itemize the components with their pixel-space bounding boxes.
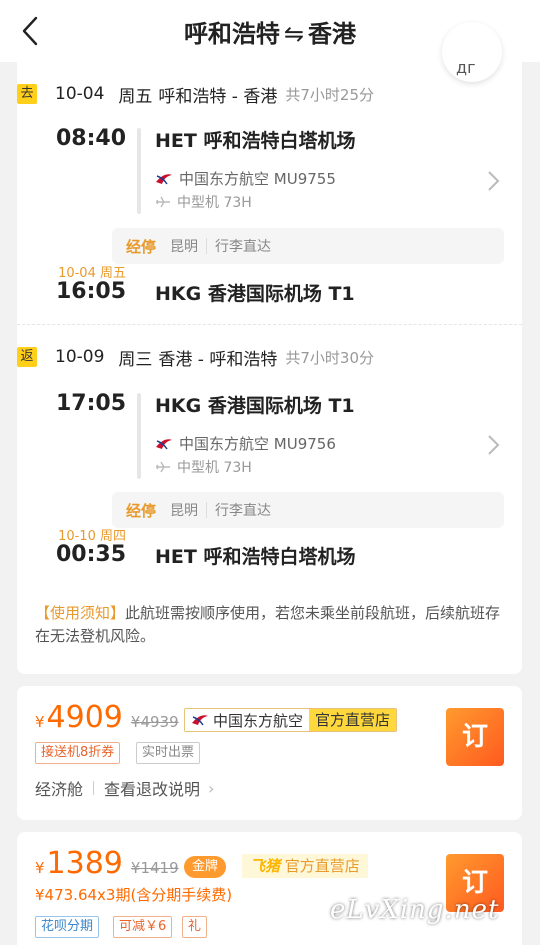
outbound-aircraft-text: 中型机 73H xyxy=(177,195,252,211)
return-arr-airport: HET 呼和浩特白塔机场 xyxy=(155,546,356,568)
return-route: 香港 - 呼和浩特 xyxy=(158,349,278,370)
stop-city: 昆明 xyxy=(170,503,199,519)
china-eastern-logo-icon xyxy=(156,173,172,184)
brand-name: 中国东方航空 xyxy=(213,711,304,730)
segment-divider xyxy=(17,324,522,325)
return-date: 10-09 xyxy=(55,347,105,367)
outbound-tag: 去 xyxy=(17,84,37,104)
outbound-dep-time: 08:40 xyxy=(55,126,126,151)
return-dep-airport: HKG 香港国际机场 T1 xyxy=(155,395,355,417)
return-dep-time: 17:05 xyxy=(55,391,126,416)
itinerary-card: дг 去 10-04 周五 呼和浩特 - 香港 共7小时25分 08:40 HE… xyxy=(17,22,522,674)
outbound-duration: 共7小时25分 xyxy=(285,85,374,104)
stop-label: 经停 xyxy=(126,501,157,520)
notice-title: 【使用须知】 xyxy=(35,604,126,622)
plane-icon xyxy=(156,461,170,473)
outbound-header: 去 10-04 周五 呼和浩特 - 香港 共7小时25分 xyxy=(17,82,374,107)
instant-ticket-badge: 实时出票 xyxy=(136,742,201,764)
fare-card[interactable]: ¥ 4909 ¥4939 中国东方航空 官方直营店 接送机8折券 实时出票 经济… xyxy=(17,686,522,820)
return-stop-bar: 经停 昆明 行李直达 xyxy=(112,492,504,528)
floating-button[interactable]: дг xyxy=(442,22,502,82)
outbound-aircraft: 中型机 73H xyxy=(155,192,252,212)
return-aircraft-text: 中型机 73H xyxy=(177,460,252,476)
stop-city: 昆明 xyxy=(170,239,199,255)
origin-city: 呼和浩特 xyxy=(183,20,280,48)
return-arr-time: 00:35 xyxy=(55,542,126,567)
currency-symbol: ¥ xyxy=(35,713,45,731)
official-store-tag: 官方直营店 xyxy=(284,857,360,875)
outbound-arr-airport: HKG 香港国际机场 T1 xyxy=(155,283,355,305)
timeline-line xyxy=(137,128,141,214)
return-flight-number: 中国东方航空 MU9756 xyxy=(179,435,336,453)
cabin-row: 经济舱 查看退改说明 › xyxy=(35,776,214,800)
fare-price-row: ¥ 4909 ¥4939 xyxy=(35,700,179,735)
return-airline: 中国东方航空 MU9756 xyxy=(155,433,336,454)
stop-note: 行李直达 xyxy=(215,503,272,519)
stop-label: 经停 xyxy=(126,237,157,256)
china-eastern-logo-icon xyxy=(192,715,208,726)
gold-badge: 金牌 xyxy=(184,856,227,878)
return-tag: 返 xyxy=(17,347,37,367)
chevron-right-icon[interactable]: › xyxy=(208,779,214,798)
plane-icon xyxy=(156,196,170,208)
cabin-class: 经济舱 xyxy=(35,780,84,799)
destination-city: 香港 xyxy=(308,20,357,48)
fliggy-logo: 飞猪 xyxy=(250,857,281,875)
outbound-flight-number: 中国东方航空 MU9755 xyxy=(179,170,336,188)
floating-button-label: дг xyxy=(456,58,476,77)
divider xyxy=(206,238,208,254)
fare-card[interactable]: ¥ 1389 ¥1419 金牌 飞猪 官方直营店 ¥473.64x3期(含分期手… xyxy=(17,832,522,945)
currency-symbol: ¥ xyxy=(35,859,45,877)
return-aircraft: 中型机 73H xyxy=(155,457,252,477)
return-weekday: 周三 xyxy=(118,349,153,370)
outbound-dep-airport: HET 呼和浩特白塔机场 xyxy=(155,130,356,152)
huabei-installment-badge: 花呗分期 xyxy=(35,916,100,938)
official-store-tag: 官方直营店 xyxy=(309,709,397,731)
fare-price-row: ¥ 1389 ¥1419 xyxy=(35,846,179,881)
airline-store-badge: 中国东方航空 官方直营店 xyxy=(184,708,398,732)
transfer-coupon-badge: 接送机8折券 xyxy=(35,742,121,764)
fare-price: 1389 xyxy=(46,846,123,881)
outbound-arr-time: 16:05 xyxy=(55,279,126,304)
china-eastern-logo-icon xyxy=(156,438,172,449)
usage-notice: 【使用须知】此航班需按顺序使用，若您未乘坐前段航班，后续航班存在无法登机风险。 xyxy=(35,602,504,648)
outbound-route: 呼和浩特 - 香港 xyxy=(158,86,278,107)
divider xyxy=(206,502,208,518)
outbound-weekday: 周五 xyxy=(118,86,153,107)
swap-icon: ⇋ xyxy=(283,20,305,48)
timeline-line xyxy=(137,393,141,479)
installment-info: ¥473.64x3期(含分期手续费) xyxy=(35,886,233,904)
stop-note: 行李直达 xyxy=(215,239,272,255)
divider xyxy=(93,781,95,795)
fliggy-store-badge: 飞猪 官方直营店 xyxy=(242,854,368,878)
chevron-right-icon[interactable] xyxy=(486,170,500,192)
refund-policy-link[interactable]: 查看退改说明 xyxy=(104,776,200,800)
watermark: eLvXing.net xyxy=(330,895,500,925)
fare-price: 4909 xyxy=(46,700,123,735)
discount-badge: 可减￥6 xyxy=(113,916,173,938)
outbound-date: 10-04 xyxy=(55,84,105,104)
chevron-right-icon[interactable] xyxy=(486,434,500,456)
gift-badge: 礼 xyxy=(182,916,208,938)
outbound-airline: 中国东方航空 MU9755 xyxy=(155,168,336,189)
book-button[interactable]: 订 xyxy=(446,708,504,766)
return-header: 返 10-09 周三 香港 - 呼和浩特 共7小时30分 xyxy=(17,345,374,370)
fare-original-price: ¥1419 xyxy=(130,859,179,877)
outbound-stop-bar: 经停 昆明 行李直达 xyxy=(112,228,504,264)
return-duration: 共7小时30分 xyxy=(285,348,374,367)
fare-original-price: ¥4939 xyxy=(130,713,179,731)
